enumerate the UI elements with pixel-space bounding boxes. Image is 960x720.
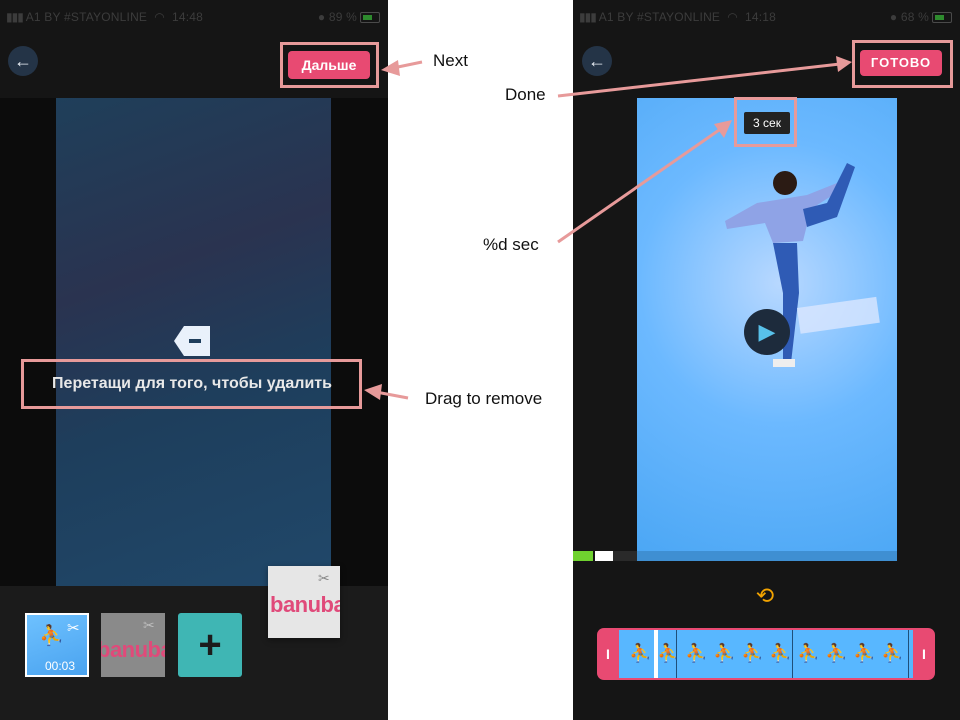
arrow-done [557,62,841,98]
arrow-sec [557,126,723,244]
callout-sec: %d sec [483,235,539,254]
callout-next: Next [433,51,468,70]
callout-done: Done [505,85,546,104]
annotation-arrows [364,56,852,400]
callout-drag: Drag to remove [425,389,543,408]
